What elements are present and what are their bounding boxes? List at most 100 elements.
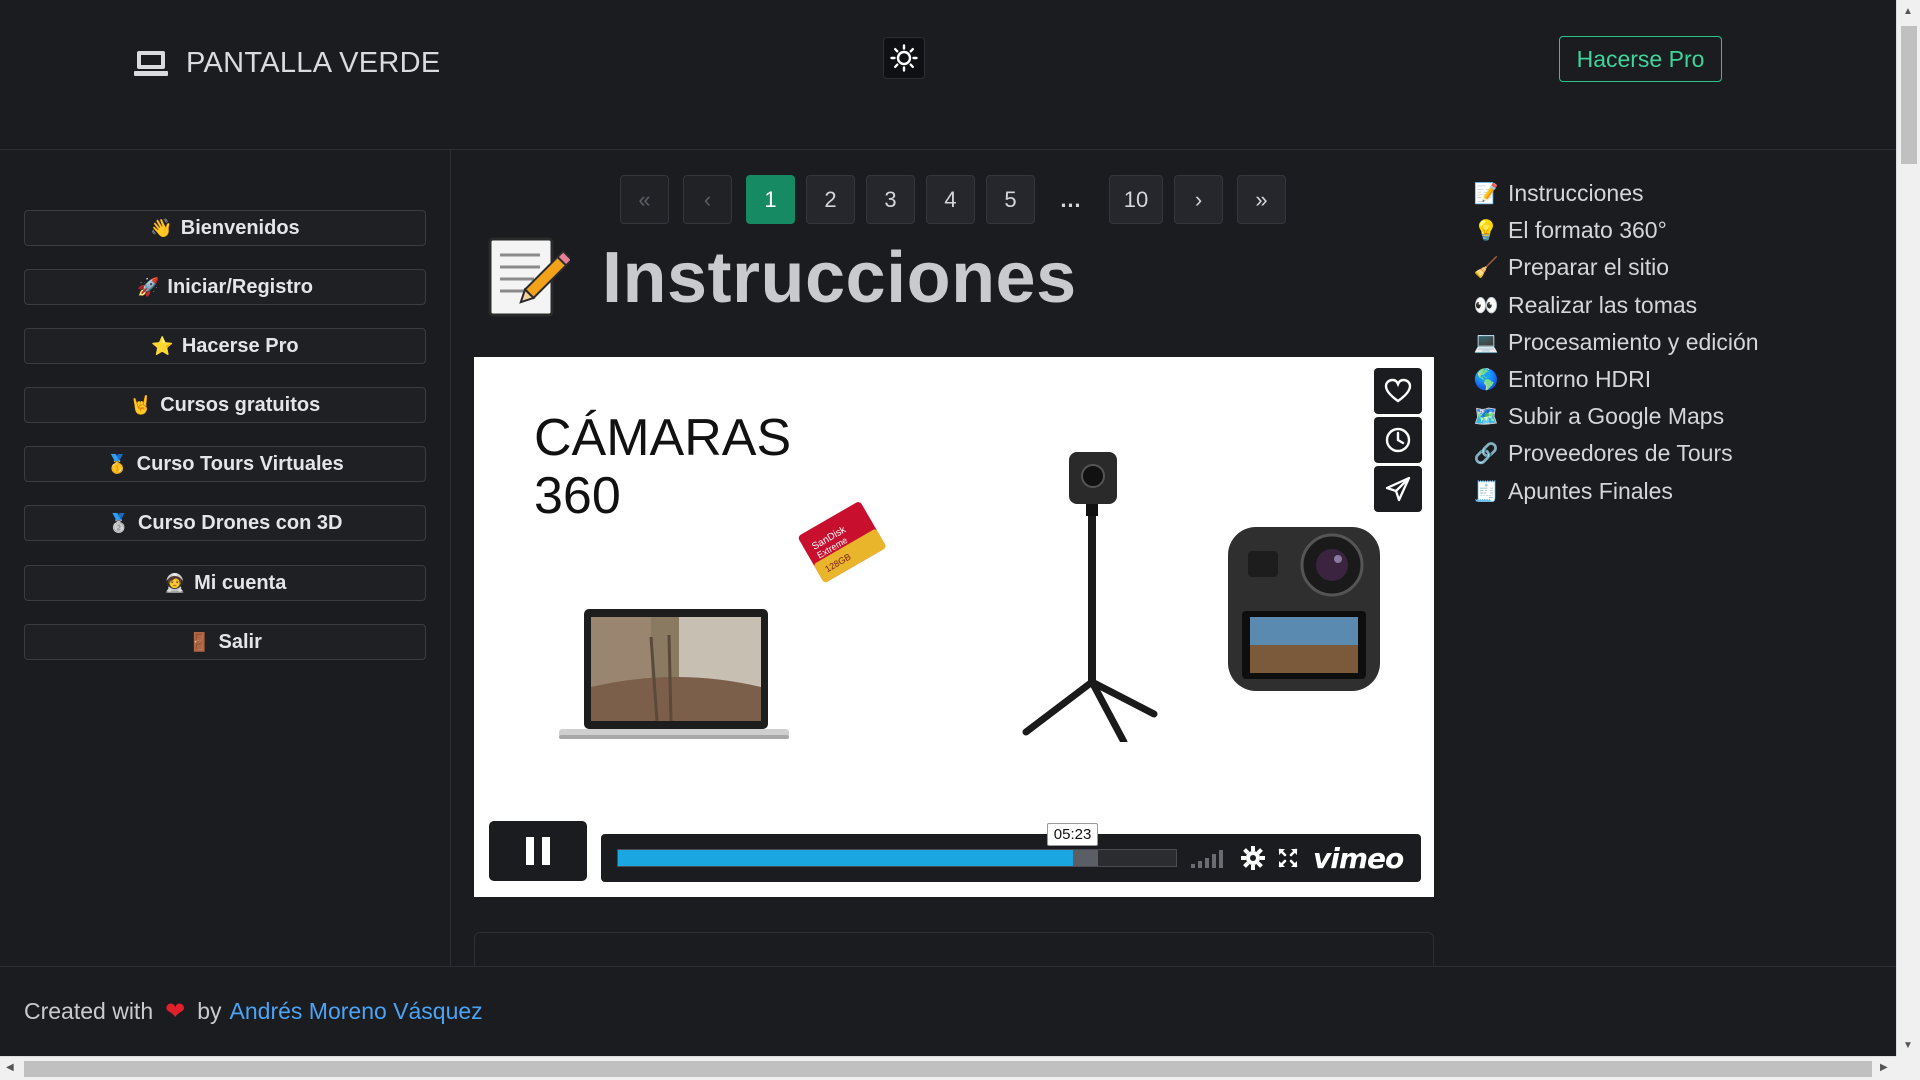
sidebar-item-label: Bienvenidos — [180, 216, 300, 239]
sidebar-item-label: Salir — [218, 630, 262, 653]
page-button-1[interactable]: 1 — [746, 175, 795, 224]
laptop-icon: 💻 — [1473, 331, 1499, 354]
toc-item-label: Subir a Google Maps — [1508, 402, 1725, 429]
silver-medal-icon: 🥈 — [107, 512, 130, 533]
toc-item-formato-360[interactable]: 💡 El formato 360° — [1472, 215, 1667, 245]
video-heading: CÁMARAS 360 — [534, 409, 791, 525]
page-title: Instrucciones — [602, 238, 1077, 318]
link-icon: 🔗 — [1473, 442, 1499, 465]
toc-item-realizar-tomas[interactable]: 👀 Realizar las tomas — [1472, 290, 1698, 320]
toc-item-instrucciones[interactable]: 📝 Instrucciones — [1472, 178, 1644, 208]
fullscreen-icon[interactable] — [1278, 848, 1298, 868]
door-icon: 🚪 — [188, 631, 211, 652]
sidebar-item-label: Hacerse Pro — [181, 334, 299, 357]
sidebar-item-label: Curso Drones con 3D — [137, 511, 343, 534]
toc-item-google-maps[interactable]: 🗺️ Subir a Google Maps — [1472, 401, 1725, 431]
waving-hand-icon: 👋 — [150, 217, 173, 238]
toc-item-label: Preparar el sitio — [1508, 253, 1670, 280]
sidebar-item-label: Mi cuenta — [194, 571, 287, 594]
video-heading-line2: 360 — [534, 467, 621, 525]
progress-fill — [618, 850, 1073, 866]
sidebar-item-bienvenidos[interactable]: 👋 Bienvenidos — [24, 210, 426, 246]
sidebar-item-curso-tours-virtuales[interactable]: 🥇 Curso Tours Virtuales — [24, 446, 426, 482]
gold-medal-icon: 🥇 — [106, 453, 129, 474]
main-content: « ‹ 1 2 3 4 5 … 10 › » Instrucciones CÁM… — [452, 150, 1445, 966]
vimeo-logo[interactable]: vimeo — [1313, 842, 1404, 875]
description-card — [474, 932, 1434, 966]
rock-hand-icon: 🤘 — [129, 394, 153, 415]
scroll-down-arrow-icon[interactable]: ▼ — [1903, 1040, 1913, 1051]
page-button-2[interactable]: 2 — [806, 175, 855, 224]
toc-item-apuntes-finales[interactable]: 🧾 Apuntes Finales — [1472, 476, 1673, 506]
vertical-scrollbar[interactable]: ▲ ▼ — [1896, 0, 1920, 1056]
footer: Created with ❤ by Andrés Moreno Vásquez — [0, 966, 1896, 1056]
astronaut-icon: 🧑‍🚀 — [163, 572, 187, 593]
go-pro-button[interactable]: Hacerse Pro — [1559, 36, 1722, 82]
toc-item-label: Apuntes Finales — [1508, 477, 1673, 504]
pagination-ellipsis: … — [1059, 186, 1082, 212]
toc-item-label: Entorno HDRI — [1508, 365, 1652, 392]
share-button[interactable] — [1374, 466, 1422, 512]
sun-icon — [890, 44, 918, 72]
sidebar-item-hacerse-pro[interactable]: ⭐ Hacerse Pro — [24, 328, 426, 364]
player-controls: 05:23 vimeo — [601, 823, 1421, 882]
sidebar-item-iniciar-registro[interactable]: 🚀 Iniciar/Registro — [24, 269, 426, 305]
page-button-10[interactable]: 10 — [1109, 175, 1163, 224]
first-page-button[interactable]: « — [620, 175, 669, 224]
sidebar-item-label: Cursos gratuitos — [160, 393, 321, 416]
vertical-scroll-thumb[interactable] — [1901, 26, 1917, 164]
pagination: « ‹ 1 2 3 4 5 … 10 › » — [452, 175, 1445, 225]
next-page-button[interactable]: › — [1174, 175, 1223, 224]
footer-prefix: Created with — [24, 998, 154, 1024]
brand-link[interactable]: PANTALLA VERDE — [134, 47, 441, 80]
sidebar-item-label: Curso Tours Virtuales — [136, 452, 344, 475]
laptop-illustration — [559, 609, 789, 739]
page-button-3[interactable]: 3 — [866, 175, 915, 224]
sidebar-item-salir[interactable]: 🚪 Salir — [24, 624, 426, 660]
pause-button[interactable] — [489, 821, 587, 881]
last-page-button[interactable]: » — [1237, 175, 1286, 224]
footer-by: by — [197, 998, 222, 1024]
toc-item-proveedores[interactable]: 🔗 Proveedores de Tours — [1472, 438, 1733, 468]
broom-icon: 🧹 — [1473, 256, 1499, 279]
sidebar-item-cursos-gratuitos[interactable]: 🤘 Cursos gratuitos — [24, 387, 426, 423]
sd-card-illustration: SanDisk Extreme 128GB — [798, 502, 886, 583]
sidebar-item-curso-drones[interactable]: 🥈 Curso Drones con 3D — [24, 505, 426, 541]
brand-name: PANTALLA VERDE — [186, 47, 441, 79]
toc-item-label: Procesamiento y edición — [1508, 328, 1759, 355]
toc-item-preparar-sitio[interactable]: 🧹 Preparar el sitio — [1472, 252, 1670, 282]
lightbulb-icon: 💡 — [1473, 219, 1499, 242]
eyes-icon: 👀 — [1473, 294, 1499, 317]
globe-icon: 🌎 — [1473, 368, 1499, 391]
tripod-camera-illustration — [1022, 452, 1158, 742]
clock-icon — [1385, 427, 1411, 453]
heart-icon — [1384, 378, 1412, 403]
horizontal-scroll-thumb[interactable] — [24, 1061, 1872, 1077]
progress-bar[interactable]: 05:23 — [617, 823, 1177, 867]
author-link[interactable]: Andrés Moreno Vásquez — [230, 998, 483, 1025]
like-button[interactable] — [1374, 368, 1422, 414]
gear-icon[interactable] — [1241, 846, 1265, 870]
receipt-icon: 🧾 — [1473, 480, 1499, 503]
scroll-right-arrow-icon[interactable]: ▶ — [1880, 1062, 1888, 1073]
horizontal-scrollbar[interactable]: ◀ ▶ — [0, 1056, 1896, 1080]
toc-item-label: Proveedores de Tours — [1508, 439, 1733, 466]
sidebar-item-mi-cuenta[interactable]: 🧑‍🚀 Mi cuenta — [24, 565, 426, 601]
map-icon: 🗺️ — [1473, 405, 1499, 428]
table-of-contents: 📝 Instrucciones 💡 El formato 360° 🧹 Prep… — [1446, 150, 1896, 966]
scroll-up-arrow-icon[interactable]: ▲ — [1903, 6, 1913, 17]
watch-later-button[interactable] — [1374, 417, 1422, 463]
scrollbar-corner — [1896, 1056, 1920, 1080]
theme-toggle-button[interactable] — [883, 37, 925, 79]
quality-bars-icon — [1191, 850, 1223, 868]
video-heading-line1: CÁMARAS — [534, 409, 792, 467]
page-button-5[interactable]: 5 — [986, 175, 1035, 224]
toc-item-entorno-hdri[interactable]: 🌎 Entorno HDRI — [1472, 364, 1652, 394]
video-player[interactable]: CÁMARAS 360 SanDisk Extreme 128GB 05:23 … — [474, 357, 1434, 897]
toc-item-procesamiento[interactable]: 💻 Procesamiento y edición — [1472, 327, 1759, 357]
current-time-tooltip: 05:23 — [1046, 823, 1099, 846]
scroll-left-arrow-icon[interactable]: ◀ — [6, 1062, 14, 1073]
prev-page-button[interactable]: ‹ — [683, 175, 732, 224]
page-button-4[interactable]: 4 — [926, 175, 975, 224]
heart-icon: ❤ — [165, 998, 186, 1025]
